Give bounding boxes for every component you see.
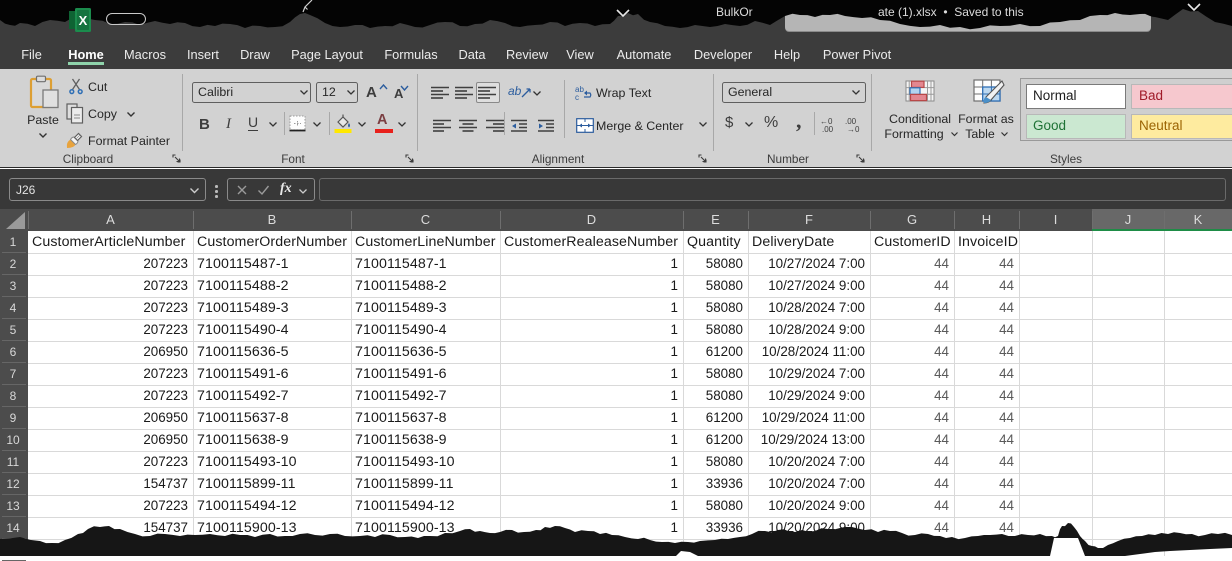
svg-text:→0: →0 xyxy=(847,125,860,133)
svg-text:c: c xyxy=(575,93,579,101)
svg-text:.00: .00 xyxy=(822,125,834,133)
svg-text:X: X xyxy=(79,13,88,28)
